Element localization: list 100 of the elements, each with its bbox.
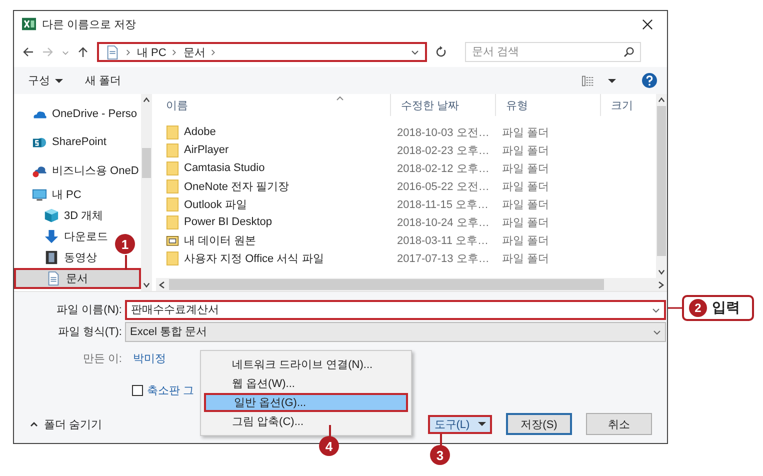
file-name-cell[interactable]: Outlook 파일 <box>156 196 391 212</box>
scroll-down-icon[interactable] <box>143 282 150 288</box>
date-cell-text: 2018-02-23 오후… <box>396 144 490 158</box>
view-options-icon[interactable] <box>582 74 594 86</box>
callout-text: 입력 <box>712 299 740 317</box>
scroll-up-icon[interactable] <box>658 97 665 103</box>
file-name-cell[interactable]: 사용자 지정 Office 서식 파일 <box>156 250 391 266</box>
column-header[interactable]: 이름 <box>156 94 391 116</box>
scroll-right-icon[interactable] <box>658 280 664 288</box>
checkbox[interactable] <box>132 384 143 396</box>
folder-icon <box>166 196 179 212</box>
step-badge: 2 <box>689 299 707 317</box>
sort-caret-icon <box>336 96 344 101</box>
tools-button[interactable]: 도구(L) <box>428 414 492 434</box>
menu-item[interactable]: 일반 옵션(G)... <box>204 393 408 412</box>
date-cell-text: 2018-10-03 오전… <box>396 126 490 140</box>
leader-line <box>125 255 127 270</box>
hide-folders-button[interactable]: 폴더 숨기기 <box>24 416 108 432</box>
date-cell-text: 2018-10-24 오후… <box>396 216 490 230</box>
up-arrow-icon[interactable] <box>77 46 89 58</box>
menu-item[interactable]: 네트워크 드라이브 연결(N)... <box>204 355 408 374</box>
cancel-button[interactable]: 취소 <box>586 413 652 435</box>
address-bar[interactable]: 내 PC 문서 <box>97 42 427 62</box>
menu-item[interactable]: 그림 압축(C)... <box>204 412 408 431</box>
sidebar-item[interactable]: 3D 개체 <box>14 205 106 226</box>
caret-icon[interactable] <box>608 78 616 84</box>
download-arrow-icon <box>44 229 59 244</box>
chevron-up-icon <box>30 421 38 427</box>
file-name-cell[interactable]: Camtasia Studio <box>156 160 391 176</box>
chevron-right-icon <box>126 48 131 56</box>
new-folder-button[interactable]: 새 폴더 <box>81 71 126 90</box>
date-cell-text: 2018-11-15 오후… <box>396 198 490 212</box>
document-icon <box>46 271 61 286</box>
chevron-right-icon <box>172 48 178 56</box>
scrollbar[interactable] <box>141 94 152 291</box>
file-name-cell[interactable]: OneNote 전자 필기장 <box>156 178 391 194</box>
type-cell-text: 파일 폴더 <box>501 234 550 248</box>
scroll-up-icon[interactable] <box>143 97 150 103</box>
folder-icon <box>166 214 179 230</box>
sidebar-item[interactable]: SharePoint <box>14 128 108 156</box>
author-link[interactable]: 박미정 <box>133 350 166 366</box>
type-cell-text: 파일 폴더 <box>501 252 550 266</box>
column-header[interactable]: 수정한 날짜 <box>391 94 496 116</box>
file-name-cell[interactable]: AirPlayer <box>156 142 391 158</box>
sidebar-item[interactable]: 비즈니스용 OneD <box>14 156 141 184</box>
column-header[interactable]: 크기 <box>601 94 655 116</box>
breadcrumb-item[interactable]: 문서 <box>183 44 206 60</box>
save-button[interactable]: 저장(S) <box>506 413 572 435</box>
refresh-icon[interactable] <box>435 46 447 58</box>
help-icon[interactable] <box>642 73 657 88</box>
step-badge: 3 <box>430 445 450 465</box>
back-arrow-icon[interactable] <box>22 46 34 58</box>
type-cell-text: 파일 폴더 <box>501 126 550 140</box>
step-badge: 4 <box>319 436 339 456</box>
type-cell-text: 파일 폴더 <box>501 216 550 230</box>
cube-icon <box>44 208 59 223</box>
sidebar-item[interactable]: 동영상 <box>14 247 99 268</box>
caret-icon <box>55 78 63 84</box>
computer-icon <box>32 187 47 202</box>
close-icon[interactable] <box>642 18 653 30</box>
sidebar-item[interactable]: OneDrive - Perso <box>14 100 139 128</box>
scrollbar[interactable] <box>156 278 667 291</box>
spreadsheet-app-icon <box>22 17 36 31</box>
window-title: 다른 이름으로 저장 <box>42 18 138 32</box>
folder-icon <box>166 178 179 194</box>
file-name-cell[interactable]: Power BI Desktop <box>156 214 391 230</box>
date-cell-text: 2018-02-12 오후… <box>396 162 490 176</box>
file-name-cell[interactable]: Adobe <box>156 124 391 140</box>
file-name-label: 파일 이름(N): <box>56 303 123 317</box>
date-cell-text: 2017-07-13 오후… <box>396 252 490 266</box>
chevron-down-icon[interactable] <box>411 48 419 56</box>
search-field[interactable]: 문서 검색 <box>465 42 641 62</box>
breadcrumb-item[interactable]: 내 PC <box>137 44 166 60</box>
sidebar-item[interactable]: 다운로드 <box>14 226 110 247</box>
organize-button[interactable]: 구성 <box>24 71 67 90</box>
scroll-left-icon[interactable] <box>159 280 165 288</box>
type-cell-text: 파일 폴더 <box>501 162 550 176</box>
folder-icon <box>166 160 179 176</box>
scroll-thumb[interactable] <box>169 279 604 290</box>
scroll-down-icon[interactable] <box>658 269 665 275</box>
folder-icon <box>166 250 179 266</box>
date-cell-text: 2016-05-22 오전… <box>396 180 490 194</box>
sidebar-item[interactable]: 문서 <box>14 268 141 289</box>
sidebar-item[interactable]: 내 PC <box>14 184 84 205</box>
scrollbar[interactable] <box>656 94 667 278</box>
file-name-field[interactable]: 판매수수료계산서 <box>125 300 666 320</box>
file-name-cell[interactable]: 내 데이터 원본 <box>156 232 391 248</box>
leader-line <box>440 434 442 446</box>
column-header[interactable]: 유형 <box>496 94 601 116</box>
scroll-thumb[interactable] <box>657 106 666 256</box>
chevron-down-icon <box>652 306 660 314</box>
chevron-right-icon <box>211 48 216 56</box>
type-cell-text: 파일 폴더 <box>501 198 550 212</box>
file-type-dropdown[interactable]: Excel 통합 문서 <box>125 322 666 342</box>
thumbnail-checkbox-label[interactable]: 축소판 그 <box>147 382 194 398</box>
folder-icon <box>166 142 179 158</box>
folder-icon <box>166 124 179 140</box>
scroll-thumb[interactable] <box>142 148 151 178</box>
menu-item[interactable]: 웹 옵션(W)... <box>204 374 408 393</box>
date-cell-text: 2018-03-11 오후… <box>396 234 490 248</box>
